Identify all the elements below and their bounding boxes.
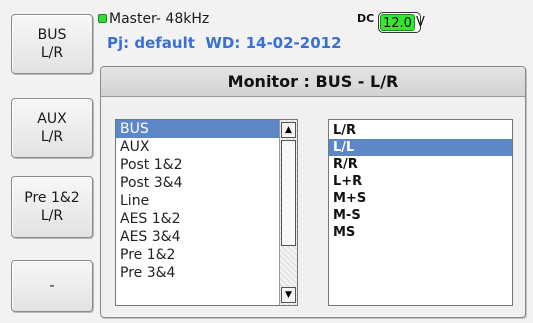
blank-button[interactable]: - [11, 260, 93, 312]
source-list-item[interactable]: AES 3&4 [116, 228, 279, 246]
dc-voltage-value: 12.0 [380, 14, 415, 31]
scroll-down-arrow-icon[interactable]: ▼ [281, 287, 296, 303]
monitor-panel: Monitor : BUS - L/R BUS AUX Post 1&2 Post 3… [100, 66, 526, 318]
source-list-item[interactable]: Post 1&2 [116, 156, 279, 174]
source-list[interactable]: BUS AUX Post 1&2 Post 3&4 Line AES 1&2 AES 3&4… [115, 119, 298, 306]
dc-label: DC [357, 12, 375, 25]
mode-list-item[interactable]: L/L [329, 139, 512, 156]
mode-list-item[interactable]: L/R [329, 122, 512, 139]
source-list-item[interactable]: Pre 1&2 [116, 246, 279, 264]
monitor-title: Monitor : BUS - L/R [101, 67, 525, 97]
source-list-item[interactable]: Line [116, 192, 279, 210]
mode-list-item[interactable]: R/R [329, 156, 512, 173]
source-list-item[interactable]: BUS [116, 120, 279, 138]
source-list-item[interactable]: AUX [116, 138, 279, 156]
bus-lr-button[interactable]: BUS L/R [11, 14, 93, 74]
mode-list-item[interactable]: M+S [329, 190, 512, 207]
monitor-mode-list[interactable]: L/R L/L R/R L+R M+S M-S MS [328, 119, 513, 306]
source-list-item[interactable]: Post 3&4 [116, 174, 279, 192]
master-clock-text: Master- 48kHz [109, 11, 210, 27]
master-status-led-icon [98, 14, 107, 23]
dc-voltage-unit: V [415, 15, 425, 30]
aux-lr-button[interactable]: AUX L/R [11, 98, 93, 158]
mode-list-item[interactable]: M-S [329, 207, 512, 224]
mode-items: L/R L/L R/R L+R M+S M-S MS [329, 120, 512, 241]
source-items: BUS AUX Post 1&2 Post 3&4 Line AES 1&2 AES 3&4… [116, 120, 279, 305]
mode-list-item[interactable]: L+R [329, 173, 512, 190]
source-scrollbar[interactable]: ▲ ▼ [279, 120, 297, 305]
source-list-item[interactable]: AES 1&2 [116, 210, 279, 228]
scroll-thumb[interactable] [281, 140, 296, 246]
mode-list-item[interactable]: MS [329, 224, 512, 241]
project-info: Pj: default WD: 14-02-2012 [107, 34, 342, 52]
battery-indicator: 12.0 V [378, 12, 425, 33]
source-list-item[interactable]: Pre 3&4 [116, 264, 279, 282]
pre12-lr-button[interactable]: Pre 1&2 L/R [11, 176, 93, 238]
scroll-up-arrow-icon[interactable]: ▲ [281, 122, 296, 138]
